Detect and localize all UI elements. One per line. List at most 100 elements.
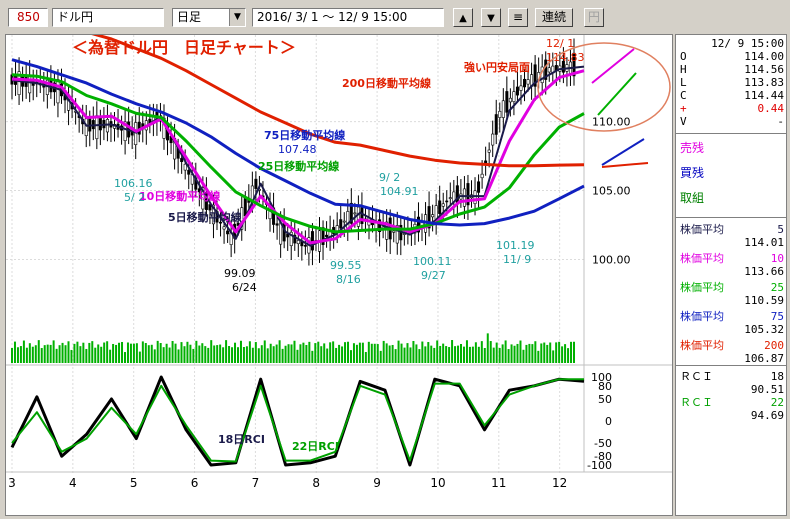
volume-bar — [483, 347, 486, 363]
next-button[interactable]: ▼ — [481, 8, 501, 27]
volume-bar — [486, 333, 489, 363]
chart-annotation: 18日RCI — [218, 433, 265, 446]
y-tick-label: 50 — [598, 393, 612, 406]
ohlc-label: C — [680, 89, 687, 102]
volume-bar — [213, 345, 216, 363]
candle-body — [243, 197, 247, 217]
candle-body — [448, 197, 452, 199]
volume-bar — [159, 343, 162, 363]
ma-label: 株価平均 — [680, 281, 724, 294]
chart-annotation: 8/16 — [336, 273, 361, 286]
volume-bar — [531, 344, 534, 363]
ohlc-value: 114.56 — [744, 63, 784, 76]
volume-bar — [284, 345, 287, 363]
volume-bar — [94, 347, 97, 363]
candle-body — [512, 91, 516, 102]
renzoku-button[interactable]: 連続 — [535, 8, 573, 27]
trend-stroke — [601, 138, 645, 166]
volume-bar — [454, 346, 457, 363]
candle-body — [480, 173, 484, 179]
candle-body — [431, 214, 435, 218]
volume-bar — [254, 342, 257, 363]
list-button[interactable]: ≡ — [508, 8, 528, 27]
candle-body — [494, 114, 498, 135]
yen-button[interactable]: 円 — [584, 8, 604, 27]
series-line — [11, 65, 585, 247]
chart-annotation: 107.48 — [278, 143, 317, 156]
volume-bar — [507, 349, 510, 363]
volume-bar — [519, 340, 522, 363]
rci-value: 90.51 — [750, 383, 784, 396]
volume-bar — [106, 341, 109, 363]
volume-bar — [25, 347, 28, 363]
volume-bar — [379, 350, 382, 363]
date-range-field[interactable]: 2016/ 3/ 1 ～ 12/ 9 15:00 — [252, 8, 444, 27]
volume-bar — [430, 345, 433, 363]
ohlc-label: H — [680, 63, 687, 76]
volume-bar — [216, 345, 219, 363]
volume-bar — [91, 341, 94, 363]
chevron-down-icon[interactable]: ▼ — [229, 9, 245, 26]
ohlc-row: L 113.83 — [680, 76, 784, 89]
divider — [676, 217, 786, 218]
candle-body — [183, 163, 187, 171]
volume-bar — [115, 344, 118, 363]
volume-bar — [501, 344, 504, 363]
x-tick-label: 10 — [430, 476, 445, 490]
volume-bar — [344, 342, 347, 363]
candle-body — [441, 203, 445, 207]
ohlc-row: C 114.44 — [680, 89, 784, 102]
ma-period: 25 — [770, 281, 784, 294]
ticker-name-field[interactable]: ドル円 — [52, 8, 164, 27]
volume-bar — [121, 341, 124, 363]
volume-bar — [135, 343, 138, 363]
ma-value: 110.59 — [744, 294, 784, 307]
volume-bar — [76, 341, 79, 363]
volume-bar — [474, 342, 477, 363]
volume-bar — [329, 342, 332, 363]
volume-bar — [201, 343, 204, 363]
chart-annotation: 22日RCI — [292, 440, 339, 453]
ticker-code-field[interactable]: 850 — [8, 8, 48, 27]
volume-bar — [153, 349, 156, 363]
volume-bar — [64, 345, 67, 363]
volume-bar — [43, 345, 46, 363]
volume-bar — [364, 352, 367, 363]
candle-body — [491, 133, 495, 146]
volume-bar — [460, 343, 463, 363]
volume-bar — [403, 347, 406, 363]
volume-bar — [504, 340, 507, 363]
volume-bar — [451, 340, 454, 363]
prev-button[interactable]: ▲ — [453, 8, 473, 27]
period-select[interactable]: 日足 ▼ — [172, 8, 246, 27]
candle-body — [187, 169, 191, 175]
volume-bar — [537, 350, 540, 363]
info-date: 12/ 9 15:00 — [680, 37, 784, 50]
volume-bar — [540, 343, 543, 363]
candle-body — [88, 117, 92, 132]
volume-bar — [204, 346, 207, 363]
volume-bar — [281, 348, 284, 363]
volume-bar — [129, 343, 132, 363]
chart-annotation: 100.11 — [413, 255, 452, 268]
volume-bar — [409, 347, 412, 363]
volume-bar — [234, 342, 237, 363]
volume-bar — [236, 347, 239, 363]
ohlc-value: 0.44 — [757, 102, 785, 115]
rci-row: ＲＣＩ 22 — [680, 396, 784, 409]
chart-annotation: 強い円安局面 — [464, 60, 530, 74]
period-select-value: 日足 — [177, 10, 202, 24]
ma-value: 105.32 — [744, 323, 784, 336]
volume-bar — [103, 342, 106, 363]
volume-bar — [37, 340, 40, 363]
volume-bar — [367, 341, 370, 363]
chart-annotation: 9/27 — [421, 269, 446, 282]
candle-body — [335, 225, 339, 232]
volume-bar — [528, 343, 531, 363]
volume-bar — [67, 341, 70, 363]
triangle-up-icon: ▲ — [459, 13, 467, 24]
candle-body — [254, 178, 258, 189]
volume-bar — [52, 340, 55, 363]
volume-bar — [239, 340, 242, 363]
chart-annotation: 200日移動平均線 — [342, 76, 431, 90]
